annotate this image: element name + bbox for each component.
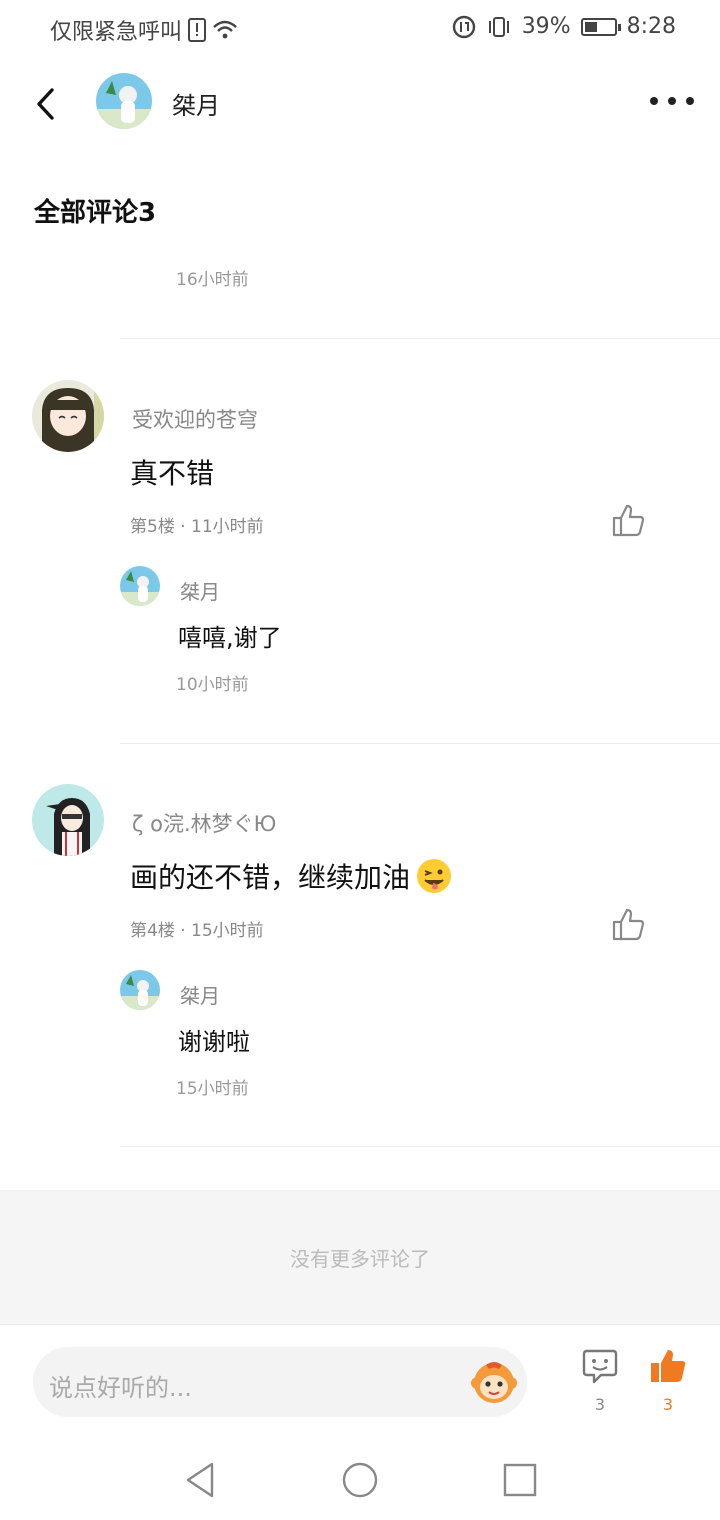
status-bar: 仅限紧急呼叫 39% 8:28	[0, 0, 720, 58]
more-button[interactable]	[650, 86, 694, 116]
commenter-name[interactable]: ζ ο浣.林梦ぐЮ	[132, 808, 276, 838]
chevron-left-icon	[37, 88, 54, 120]
thumbs-up-icon	[612, 504, 645, 537]
sim-alert-icon	[188, 18, 207, 42]
square-recents-icon	[503, 1463, 537, 1497]
status-left: 仅限紧急呼叫	[50, 14, 238, 46]
vibrate-icon	[488, 16, 509, 37]
comment-input[interactable]: 说点好听的...	[33, 1347, 527, 1417]
back-button[interactable]	[30, 84, 64, 124]
thumbs-up-filled-icon	[651, 1350, 686, 1382]
author-avatar[interactable]	[96, 73, 152, 129]
nav-home-button[interactable]	[340, 1460, 380, 1500]
reply-avatar[interactable]	[120, 970, 160, 1010]
no-more-comments: 没有更多评论了	[0, 1190, 720, 1324]
comment-count: 3	[594, 1395, 606, 1414]
status-right: 39% 8:28	[452, 14, 676, 39]
reply-avatar[interactable]	[120, 566, 160, 606]
reply-time: 15小时前	[176, 1079, 249, 1099]
triangle-back-icon	[186, 1462, 214, 1498]
comment-text: 画的还不错，继续加油	[130, 856, 452, 896]
monkey-sticker-icon[interactable]	[469, 1357, 519, 1407]
bottom-bar: 说点好听的... 3 3	[0, 1324, 720, 1440]
carrier-text: 仅限紧急呼叫	[50, 20, 183, 45]
comment-text: 真不错	[130, 457, 215, 490]
comment-meta: 第5楼 · 11小时前	[130, 517, 264, 537]
comment-count-button[interactable]: 3	[580, 1347, 620, 1427]
like-button[interactable]	[610, 502, 646, 538]
comment-meta: 第4楼 · 15小时前	[130, 921, 264, 941]
post-time: 16小时前	[176, 270, 249, 290]
commenter-avatar[interactable]	[32, 784, 104, 856]
header: 桀月	[0, 58, 720, 148]
circle-home-icon	[342, 1462, 378, 1498]
battery-icon	[580, 17, 621, 36]
dot-icon	[686, 97, 694, 105]
dot-icon	[650, 97, 658, 105]
clock: 8:28	[626, 14, 676, 39]
system-nav-bar	[0, 1440, 720, 1520]
commenter-name[interactable]: 受欢迎的苍穹	[132, 404, 258, 434]
comment-bubble-icon	[582, 1349, 618, 1384]
author-name[interactable]: 桀月	[172, 86, 220, 121]
like-count: 3	[662, 1395, 674, 1414]
reply-time: 10小时前	[176, 675, 249, 695]
dot-icon	[668, 97, 676, 105]
reply-user[interactable]: 桀月	[180, 980, 220, 1009]
nav-back-button[interactable]	[182, 1460, 222, 1500]
divider	[120, 338, 720, 339]
no-more-text: 没有更多评论了	[290, 1246, 430, 1271]
post-like-button[interactable]: 3	[648, 1347, 688, 1427]
data-saver-icon	[452, 15, 475, 38]
battery-percent: 39%	[521, 14, 571, 39]
reply-user[interactable]: 桀月	[180, 576, 220, 605]
reply-text: 谢谢啦	[178, 1028, 250, 1056]
comment-placeholder: 说点好听的...	[49, 1374, 192, 1402]
comments-title: 全部评论3	[34, 198, 157, 228]
wifi-icon	[213, 20, 237, 39]
thumbs-up-icon	[612, 908, 645, 941]
commenter-avatar[interactable]	[32, 380, 104, 452]
like-button[interactable]	[610, 906, 646, 942]
reply-text: 嘻嘻,谢了	[178, 624, 282, 652]
divider	[120, 743, 720, 744]
divider	[120, 1146, 720, 1147]
nav-recents-button[interactable]	[500, 1460, 540, 1500]
tongue-wink-emoji-icon	[416, 858, 452, 894]
